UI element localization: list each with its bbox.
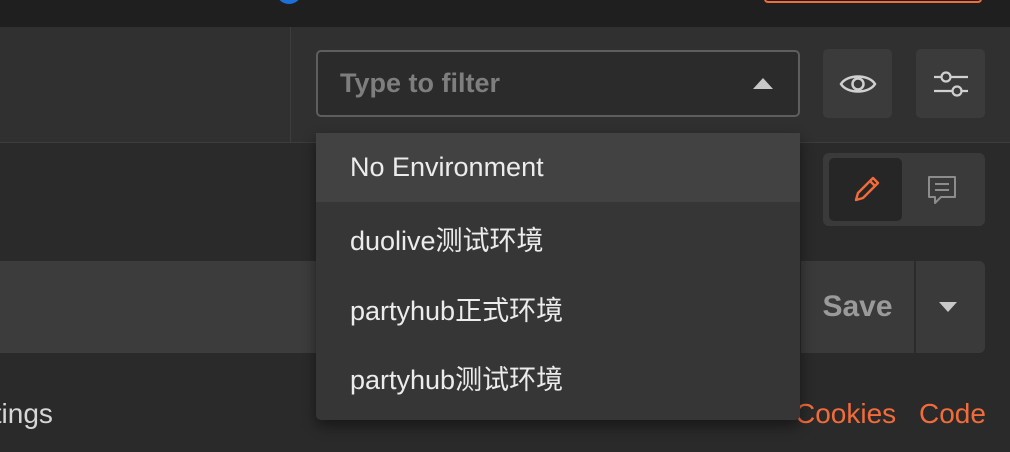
top-action-button[interactable] <box>764 0 982 3</box>
settings-tab[interactable]: ttings <box>0 398 53 430</box>
sliders-icon <box>933 70 968 97</box>
comment-icon <box>927 175 956 204</box>
dropdown-item-partyhub-production[interactable]: partyhub正式环境 <box>316 274 800 343</box>
eye-icon <box>839 74 876 93</box>
dropdown-item-no-environment[interactable]: No Environment <box>316 133 800 202</box>
top-strip <box>0 0 1010 27</box>
manage-environments-button[interactable] <box>916 49 985 118</box>
chevron-up-icon[interactable] <box>753 78 773 89</box>
code-link[interactable]: Code <box>919 398 986 430</box>
divider <box>290 27 291 143</box>
save-button[interactable]: Save <box>801 261 914 353</box>
comments-toggle-button[interactable] <box>905 158 978 221</box>
chevron-down-icon[interactable] <box>939 302 957 312</box>
environment-quick-look-button[interactable] <box>823 49 892 118</box>
cookies-link[interactable]: Cookies <box>795 398 896 430</box>
edit-toggle-button[interactable] <box>829 158 902 221</box>
dropdown-item-partyhub-test[interactable]: partyhub测试环境 <box>316 343 800 412</box>
dropdown-item-duolive-test[interactable]: duolive测试环境 <box>316 204 800 273</box>
environment-dropdown-menu: No Environment duolive测试环境 partyhub正式环境 … <box>316 133 800 420</box>
environment-filter-input[interactable] <box>316 50 800 117</box>
pencil-icon <box>854 176 879 201</box>
